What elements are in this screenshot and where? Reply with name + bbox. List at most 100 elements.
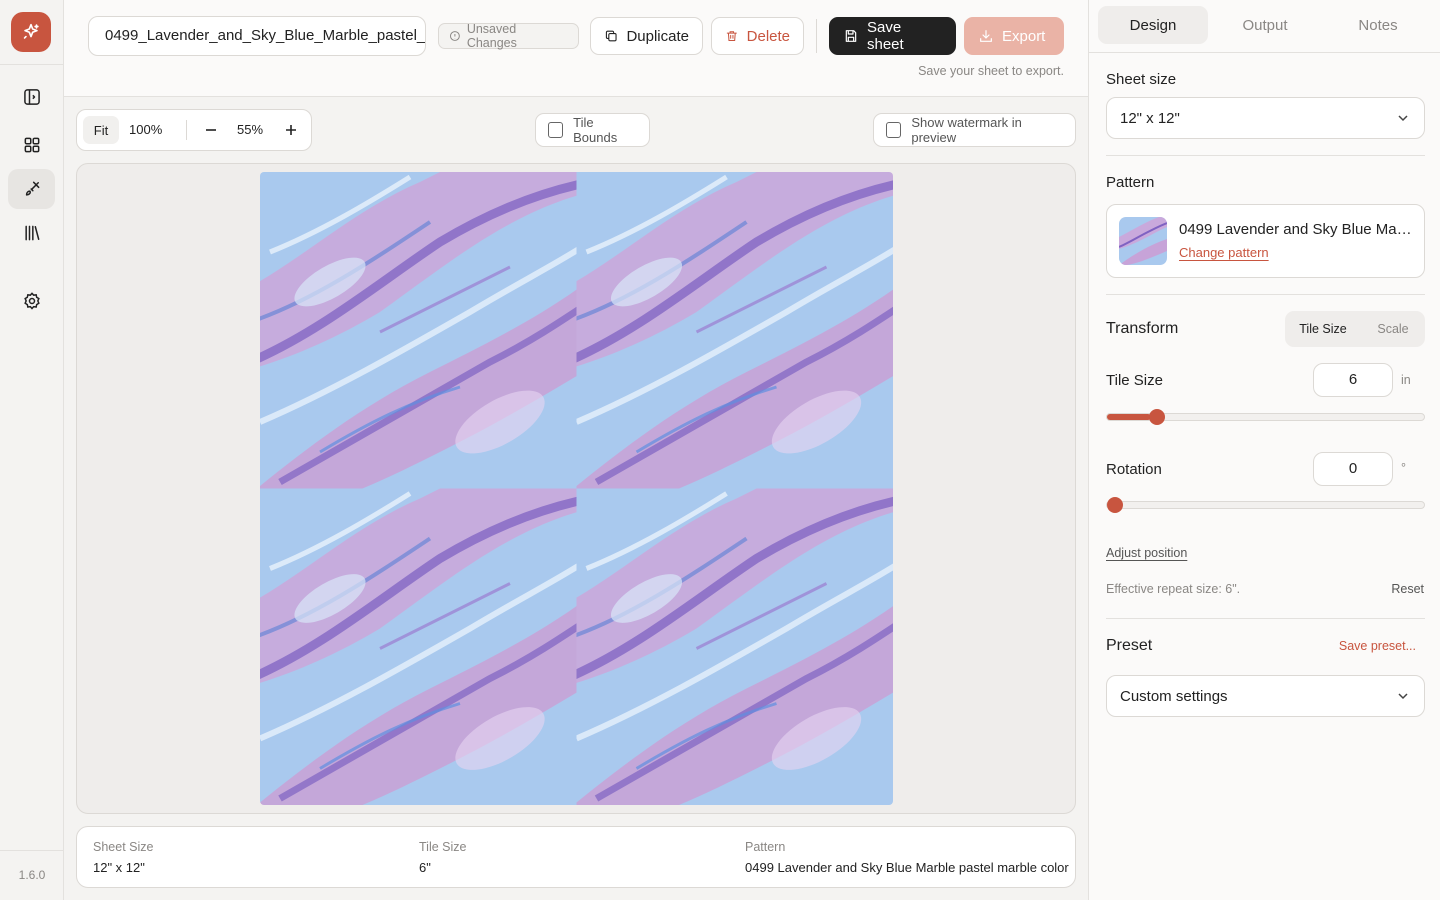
info-sheet-size: Sheet Size 12" x 12" [93, 840, 153, 875]
reset-button[interactable]: Reset [1391, 582, 1424, 596]
tile-size-slider-handle[interactable] [1149, 409, 1166, 425]
zoom-level: 55% [237, 122, 264, 137]
chevron-down-icon [1398, 115, 1408, 122]
pattern-card: 0499 Lavender and Sky Blue Marble pastel… [1106, 204, 1425, 278]
grid-icon [24, 137, 39, 153]
save-sheet-label: Save sheet [866, 19, 904, 53]
nav-design[interactable] [8, 169, 55, 209]
tile-bounds-toggle[interactable]: Tile Bounds [535, 113, 650, 147]
export-label: Export [1002, 27, 1046, 45]
change-pattern-link[interactable]: Change pattern [1179, 245, 1269, 260]
watermark-toggle[interactable]: Show watermark in preview [873, 113, 1076, 147]
export-hint: Save your sheet to export. [918, 64, 1064, 78]
tab-design[interactable]: Design [1098, 6, 1208, 44]
tile-bounds-label: Tile Bounds [573, 115, 618, 145]
left-rail: 1.6.0 [0, 0, 64, 900]
watermark-label: Show watermark in preview [911, 115, 1022, 145]
tile-size-unit: in [1401, 373, 1411, 387]
nav-dashboard[interactable] [8, 125, 55, 165]
rotation-slider-handle[interactable] [1107, 497, 1123, 513]
sheet-name-input[interactable]: 0499_Lavender_and_Sky_Blue_Marble_pastel… [88, 16, 426, 56]
status-badge: Unsaved Changes [438, 22, 579, 50]
rotation-label: Rotation [1106, 461, 1162, 478]
save-sheet-button[interactable]: Save sheet [829, 17, 956, 55]
zoom-fit-button[interactable]: Fit [83, 116, 119, 144]
sheet-size-value: 12" x 12" [1120, 109, 1180, 127]
save-preset-link[interactable]: Save preset... [1339, 639, 1416, 653]
info-sheet-size-label: Sheet Size [93, 840, 154, 854]
zoom-divider [186, 120, 187, 140]
sparkle-icon [23, 23, 39, 39]
top-header: 0499_Lavender_and_Sky_Blue_Marble_pastel… [64, 0, 1088, 97]
preview-canvas[interactable] [76, 163, 1076, 814]
section-divider [1106, 294, 1425, 295]
trash-icon [726, 31, 737, 42]
app-version: 1.6.0 [18, 868, 46, 882]
tab-output[interactable]: Output [1210, 6, 1320, 44]
pattern-name: 0499 Lavender and Sky Blue Marble pastel… [1179, 221, 1415, 238]
minus-icon [206, 129, 216, 131]
transform-label: Transform [1106, 320, 1179, 337]
effective-repeat-size: Effective repeat size: 6". [1106, 582, 1241, 596]
rotation-slider[interactable] [1106, 497, 1425, 513]
chevron-down-icon [1398, 693, 1408, 700]
tab-notes[interactable]: Notes [1323, 6, 1433, 44]
rotation-unit: ° [1401, 461, 1406, 475]
info-tile-size: Tile Size 6" [419, 840, 466, 875]
tabs-divider [1089, 52, 1440, 53]
adjust-position-link[interactable]: Adjust position [1106, 546, 1187, 560]
zoom-in-button[interactable] [279, 110, 303, 150]
plus-icon [286, 125, 296, 135]
brush-icon [25, 181, 39, 196]
zoom-100-button[interactable]: 100% [129, 110, 162, 150]
preset-value: Custom settings [1120, 687, 1228, 705]
sheet-size-label: Sheet size [1106, 71, 1177, 88]
properties-panel: Design Output Notes Sheet size 12" x 12"… [1088, 0, 1440, 900]
info-sheet-size-value: 12" x 12" [93, 860, 145, 875]
info-tile-size-value: 6" [419, 860, 431, 875]
status-badge-label: Unsaved Changes [466, 22, 517, 50]
transform-mode-toggle: Tile Size Scale [1285, 311, 1425, 347]
save-icon [845, 30, 857, 42]
sidebar-toggle-icon [23, 89, 40, 105]
rail-divider [0, 64, 64, 65]
mode-scale[interactable]: Scale [1361, 315, 1425, 343]
sheet-info-bar: Sheet Size 12" x 12" Tile Size 6" Patter… [76, 826, 1076, 888]
rail-bottom-divider [0, 850, 64, 851]
download-icon [980, 30, 992, 42]
preset-select[interactable]: Custom settings [1106, 675, 1425, 717]
header-divider [816, 19, 817, 53]
info-pattern: Pattern 0499 Lavender and Sky Blue Marbl… [745, 840, 1069, 875]
nav-library[interactable] [8, 213, 55, 253]
tile-bounds-checkbox[interactable] [548, 122, 564, 138]
library-icon [24, 225, 39, 241]
section-divider [1106, 155, 1425, 156]
preset-label: Preset [1106, 637, 1153, 654]
delete-button[interactable]: Delete [711, 17, 804, 55]
sheet-size-select[interactable]: 12" x 12" [1106, 97, 1425, 139]
duplicate-label: Duplicate [626, 27, 689, 45]
pattern-preview [260, 172, 893, 805]
pattern-thumbnail [1119, 217, 1167, 265]
mode-tile-size[interactable]: Tile Size [1291, 315, 1355, 343]
tile-size-slider-fill [1107, 414, 1152, 420]
sidebar-toggle-button[interactable] [8, 77, 55, 117]
duplicate-button[interactable]: Duplicate [590, 17, 703, 55]
tile-size-label: Tile Size [1106, 372, 1163, 389]
gear-icon [23, 292, 40, 310]
panel-tabs: Design Output Notes [1097, 6, 1433, 46]
app-logo[interactable] [11, 12, 51, 52]
section-divider [1106, 618, 1425, 619]
tile-size-input[interactable]: 6 [1313, 363, 1393, 397]
zoom-out-button[interactable] [199, 110, 223, 150]
info-pattern-value: 0499 Lavender and Sky Blue Marble pastel… [745, 860, 1069, 875]
info-icon [449, 31, 460, 41]
export-button[interactable]: Export [964, 17, 1064, 55]
rotation-input[interactable]: 0 [1313, 452, 1393, 486]
watermark-checkbox[interactable] [886, 122, 902, 138]
delete-label: Delete [746, 27, 790, 45]
tile-size-slider[interactable] [1106, 409, 1425, 425]
copy-icon [605, 30, 617, 42]
info-pattern-label: Pattern [745, 840, 786, 854]
nav-settings[interactable] [8, 281, 55, 321]
